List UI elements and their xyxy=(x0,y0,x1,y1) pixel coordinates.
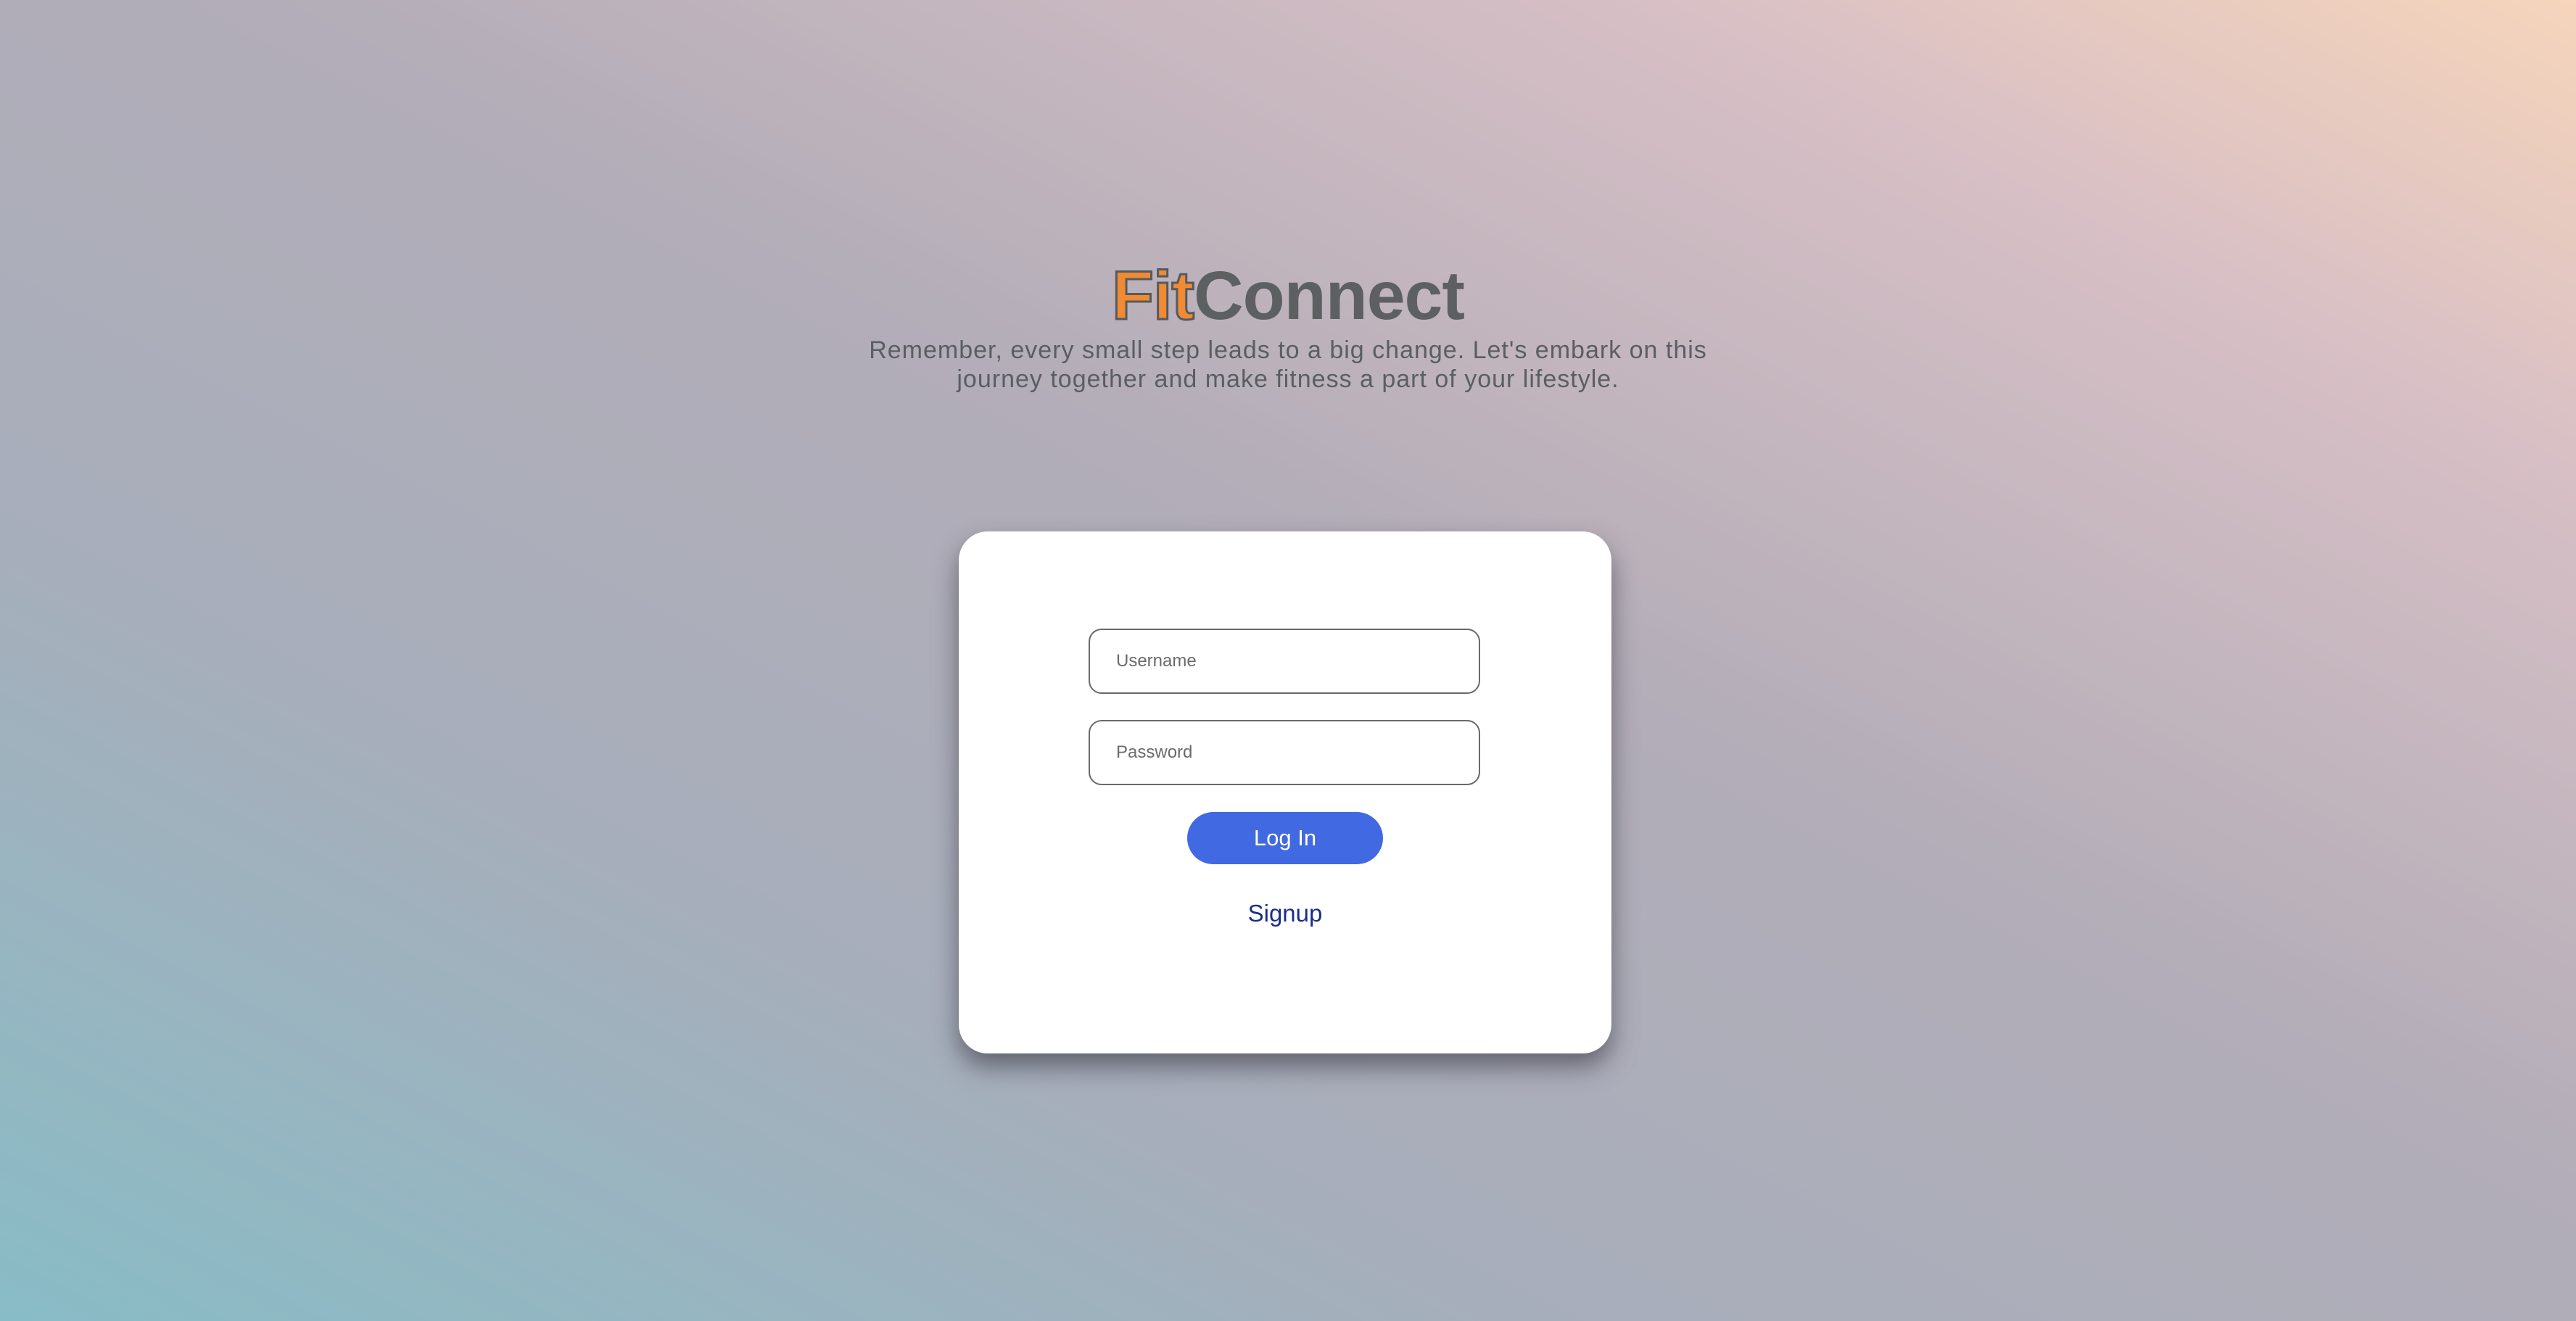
app-logo: FitConnect xyxy=(0,260,2576,331)
tagline-line-2: journey together and make fitness a part… xyxy=(957,365,1619,393)
logo-connect-text: Connect xyxy=(1194,257,1465,334)
username-field[interactable] xyxy=(1089,629,1480,694)
tagline-line-1: Remember, every small step leads to a bi… xyxy=(869,336,1707,364)
logo-fit-text: Fit xyxy=(1110,257,1195,334)
password-field[interactable] xyxy=(1089,720,1480,785)
login-card: Log In Signup xyxy=(959,531,1611,1053)
login-button[interactable]: Log In xyxy=(1187,812,1383,864)
tagline: Remember, every small step leads to a bi… xyxy=(0,336,2576,394)
signup-link[interactable]: Signup xyxy=(959,900,1611,927)
